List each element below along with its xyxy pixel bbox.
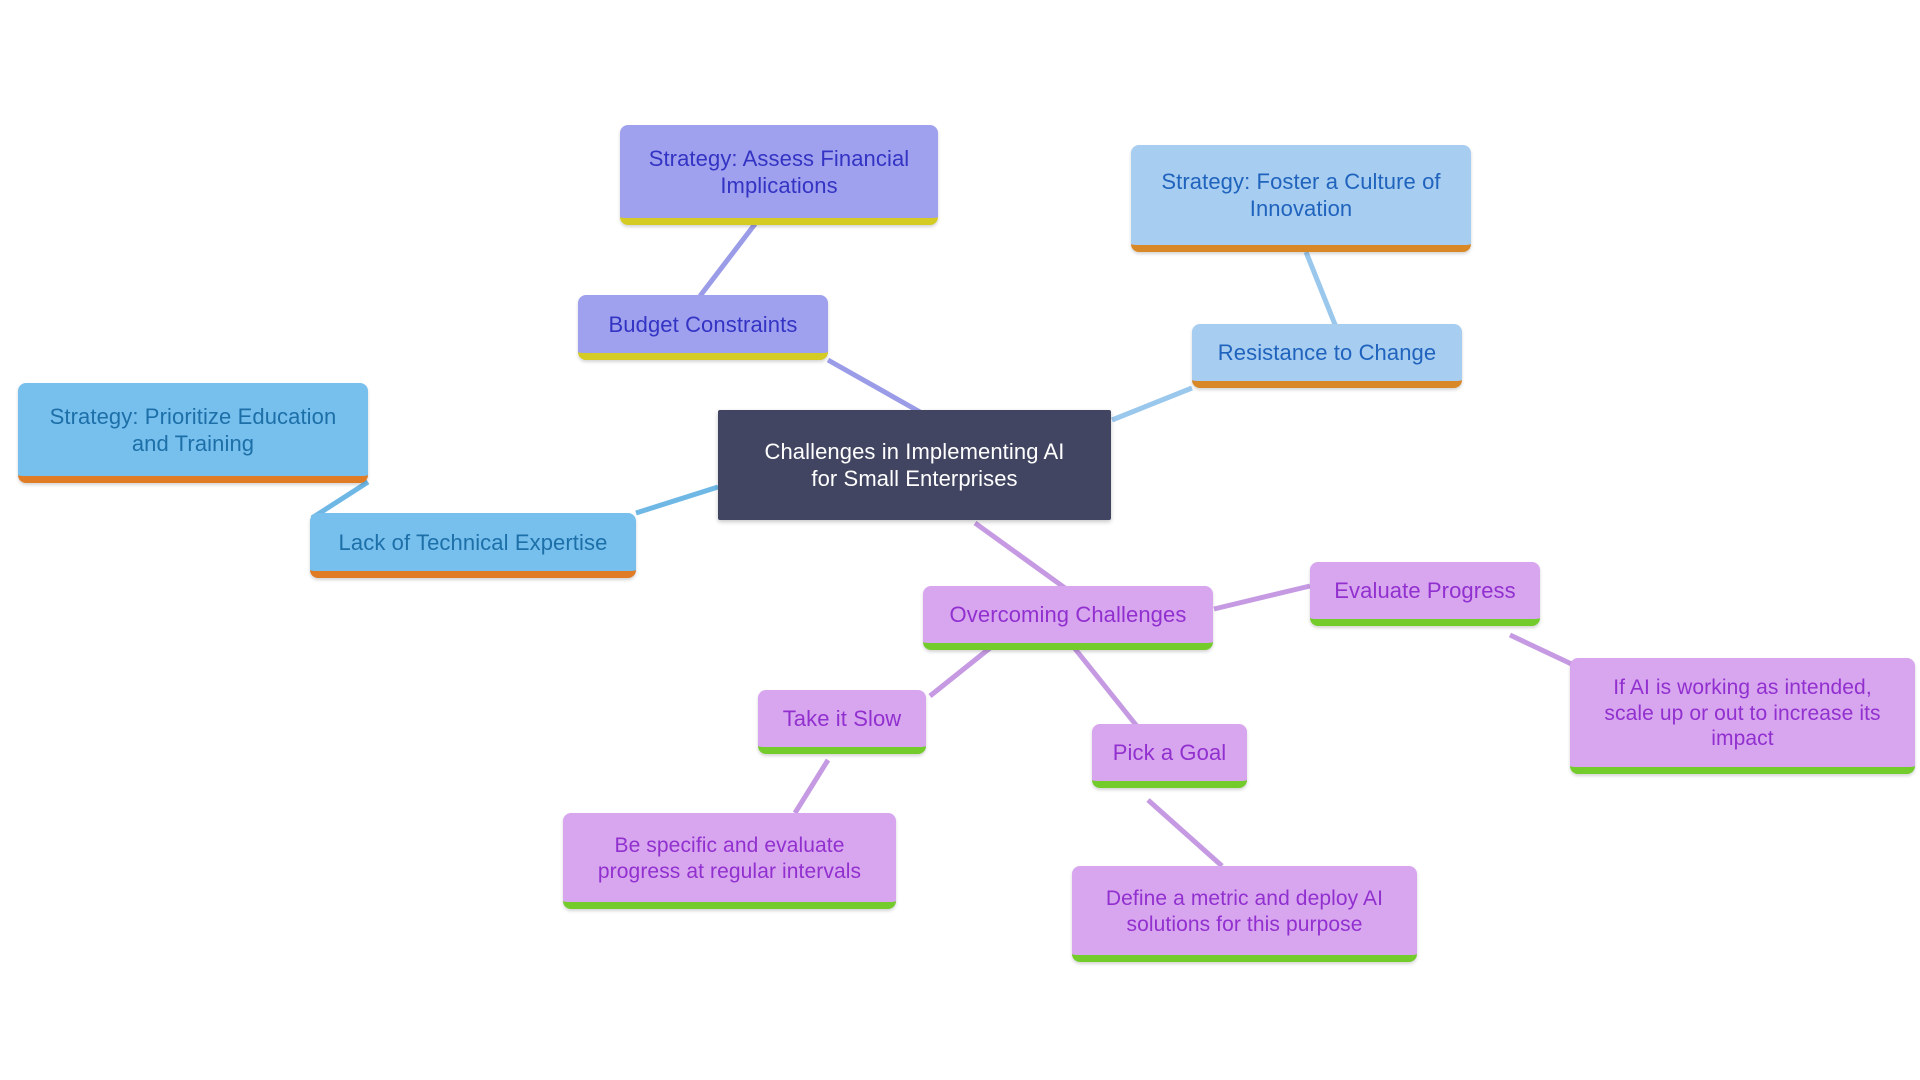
node-root[interactable]: Challenges in Implementing AI for Small … xyxy=(718,410,1111,520)
edge-resistance-to-root xyxy=(1111,385,1193,423)
node-foster-innovation[interactable]: Strategy: Foster a Culture of Innovation xyxy=(1131,145,1471,252)
edge-overcoming-to-root xyxy=(973,520,1067,591)
node-prioritize-education-label: Strategy: Prioritize Education and Train… xyxy=(49,403,337,456)
node-take-it-slow[interactable]: Take it Slow xyxy=(758,690,926,754)
edge-assess-to-budget xyxy=(698,222,757,298)
node-budget-constraints[interactable]: Budget Constraints xyxy=(578,295,828,360)
node-define-metric[interactable]: Define a metric and deploy AI solutions … xyxy=(1072,866,1417,962)
edge-budget-to-root xyxy=(826,357,922,415)
node-scale-up-label: If AI is working as intended, scale up o… xyxy=(1604,676,1881,751)
mindmap-canvas: Challenges in Implementing AI for Small … xyxy=(0,0,1920,1080)
node-budget-constraints-label: Budget Constraints xyxy=(608,311,798,337)
node-resistance-to-change-label: Resistance to Change xyxy=(1217,340,1437,366)
edge-lack-to-root xyxy=(635,484,719,516)
edge-be-specific-to-take-slow xyxy=(792,758,831,815)
node-lack-expertise-label: Lack of Technical Expertise xyxy=(338,529,608,555)
node-resistance-to-change[interactable]: Resistance to Change xyxy=(1192,324,1462,388)
node-overcoming-challenges[interactable]: Overcoming Challenges xyxy=(923,586,1213,650)
edge-evaluate-to-overcoming xyxy=(1213,583,1311,612)
node-assess-financial[interactable]: Strategy: Assess Financial Implications xyxy=(620,125,938,225)
node-be-specific[interactable]: Be specific and evaluate progress at reg… xyxy=(563,813,896,909)
node-root-label: Challenges in Implementing AI for Small … xyxy=(764,439,1065,491)
edge-foster-to-resistance xyxy=(1303,251,1339,328)
node-be-specific-label: Be specific and evaluate progress at reg… xyxy=(597,833,862,883)
node-pick-a-goal-label: Pick a Goal xyxy=(1112,740,1227,766)
node-evaluate-progress-label: Evaluate Progress xyxy=(1334,578,1516,604)
node-define-metric-label: Define a metric and deploy AI solutions … xyxy=(1105,886,1384,936)
node-prioritize-education[interactable]: Strategy: Prioritize Education and Train… xyxy=(18,383,368,483)
node-pick-a-goal[interactable]: Pick a Goal xyxy=(1092,724,1247,788)
node-scale-up[interactable]: If AI is working as intended, scale up o… xyxy=(1570,658,1915,774)
node-foster-innovation-label: Strategy: Foster a Culture of Innovation xyxy=(1161,169,1441,221)
edge-layer xyxy=(310,222,1582,868)
node-lack-expertise[interactable]: Lack of Technical Expertise xyxy=(310,513,636,578)
node-assess-financial-label: Strategy: Assess Financial Implications xyxy=(648,145,910,198)
edge-define-metric-to-pick-goal xyxy=(1146,798,1224,868)
edge-pick-goal-to-overcoming xyxy=(1070,643,1142,732)
node-take-it-slow-label: Take it Slow xyxy=(782,706,902,732)
node-overcoming-challenges-label: Overcoming Challenges xyxy=(949,602,1187,628)
node-evaluate-progress[interactable]: Evaluate Progress xyxy=(1310,562,1540,626)
